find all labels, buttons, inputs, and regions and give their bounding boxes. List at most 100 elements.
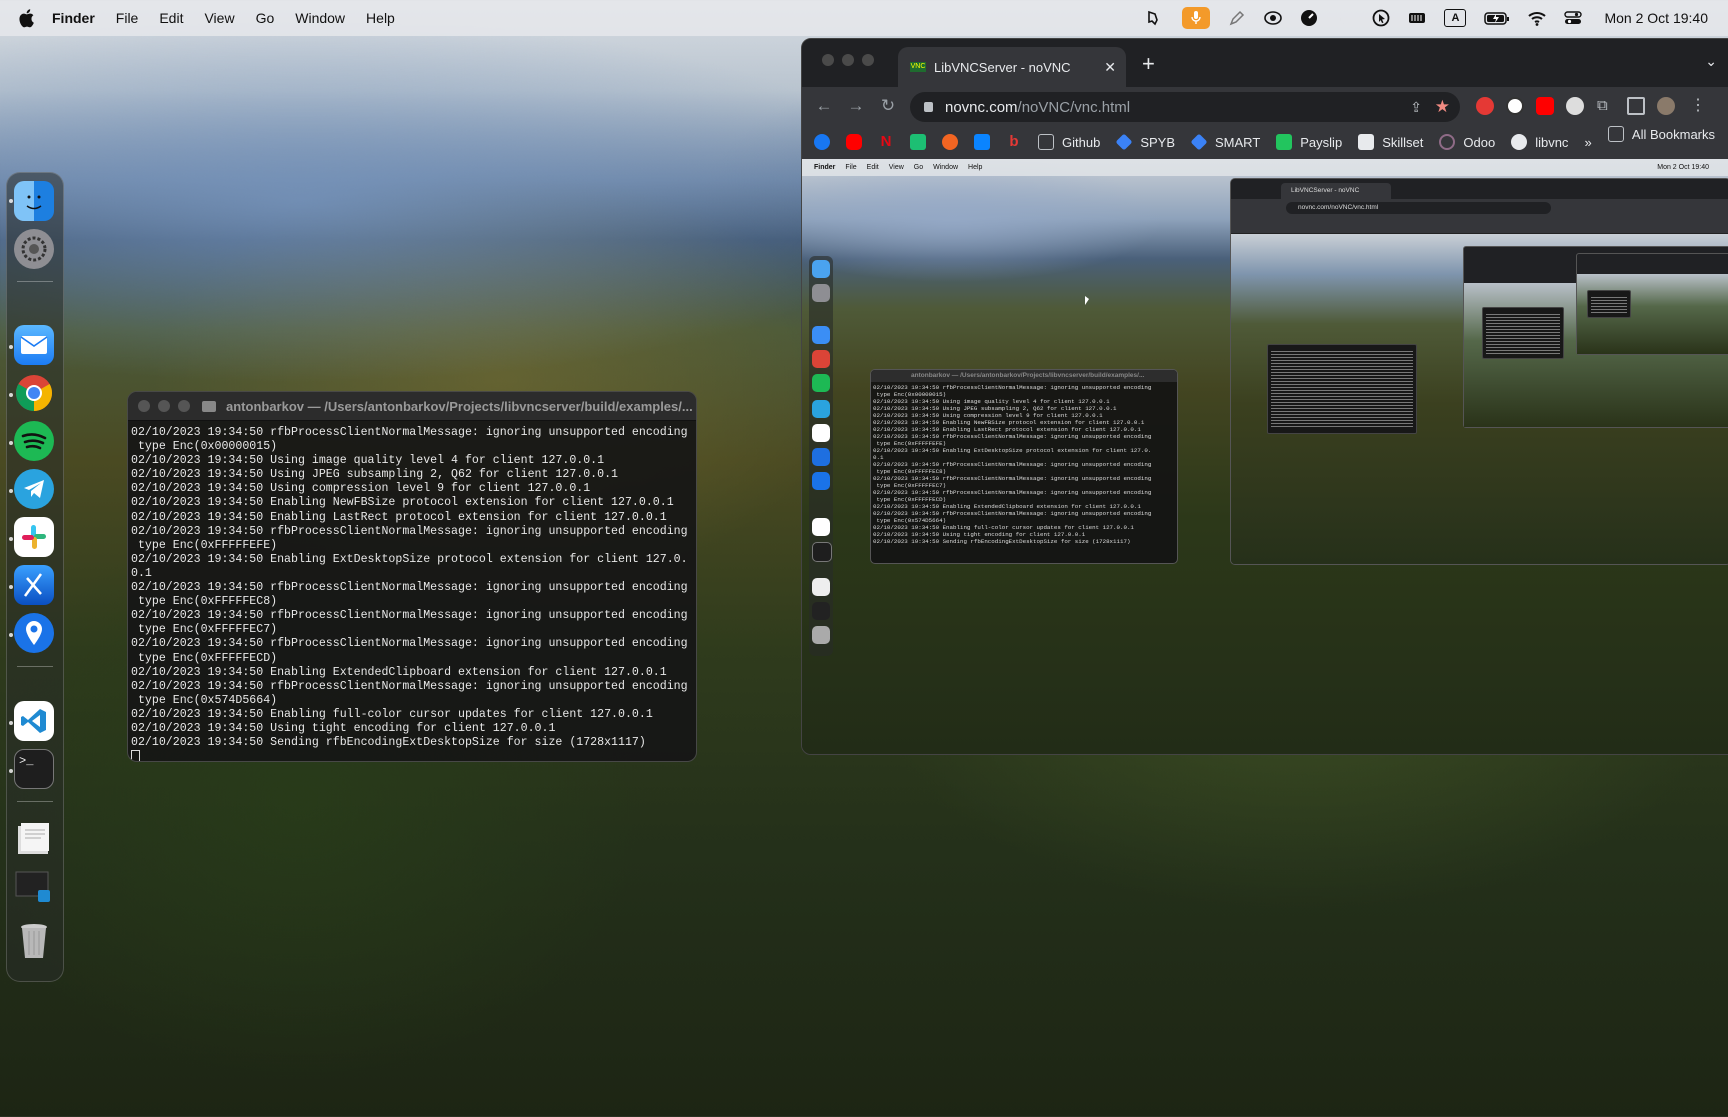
mail-icon[interactable] <box>14 325 54 365</box>
bookmark-mail[interactable] <box>910 134 926 150</box>
bookmark-orange[interactable] <box>942 134 958 150</box>
input-source-icon[interactable]: A <box>1444 9 1467 27</box>
moon-icon[interactable] <box>1336 9 1354 27</box>
remote-terminal-line: 02/10/2023 19:34:50 Using JPEG subsampli… <box>873 405 1117 412</box>
battery-icon[interactable] <box>1484 9 1510 27</box>
remote-menu-item: Help <box>968 164 983 171</box>
bookmark-star-icon[interactable]: ★ <box>1435 97 1450 117</box>
bookmark-outlook[interactable] <box>974 134 990 150</box>
menu-app-finder[interactable]: Finder <box>52 10 95 26</box>
reload-button[interactable]: ↻ <box>872 96 904 116</box>
tab-novnc[interactable]: VNC LibVNCServer - noVNC ✕ <box>898 47 1126 87</box>
bookmarks-overflow-button[interactable]: » <box>1584 135 1591 150</box>
downloads-stack-icon[interactable] <box>14 866 54 906</box>
dock-separator <box>17 281 53 282</box>
terminal-window[interactable]: antonbarkov — /Users/antonbarkov/Project… <box>127 391 697 762</box>
adblock-extension-icon[interactable] <box>1476 97 1494 115</box>
finder-icon[interactable] <box>14 181 54 221</box>
bookmark-spyb[interactable]: SPYB <box>1115 133 1175 151</box>
menu-edit[interactable]: Edit <box>159 10 183 26</box>
menu-view[interactable]: View <box>204 10 234 26</box>
tab-bar[interactable]: VNC LibVNCServer - noVNC ✕ + ⌄ <box>802 39 1728 87</box>
menu-help[interactable]: Help <box>366 10 395 26</box>
vscode-icon[interactable] <box>14 701 54 741</box>
more-menu-icon[interactable]: ⋮ <box>1690 97 1708 115</box>
bookmark-libvnc[interactable]: libvnc <box>1511 134 1568 150</box>
terminal-line: 02/10/2023 19:34:50 rfbProcessClientNorm… <box>131 637 688 651</box>
chrome-icon[interactable] <box>14 373 54 413</box>
tool-icon[interactable] <box>1146 9 1164 27</box>
slack-icon[interactable] <box>14 517 54 557</box>
bookmark-b[interactable]: b <box>1006 134 1022 150</box>
telegram-icon[interactable] <box>14 469 54 509</box>
maps-pin-icon[interactable] <box>14 613 54 653</box>
bookmark-payslip[interactable]: Payslip <box>1276 134 1342 150</box>
bookmark-netflix[interactable]: N <box>878 134 894 150</box>
bookmark-youtube[interactable] <box>846 134 862 150</box>
trash-icon[interactable] <box>14 921 54 961</box>
diamond-icon <box>1190 133 1208 151</box>
remote-menu-item: View <box>888 164 904 171</box>
avatar[interactable] <box>1657 97 1675 115</box>
control-center-icon[interactable] <box>1564 9 1583 27</box>
pencil-icon[interactable] <box>1228 9 1246 27</box>
extension-icon[interactable] <box>1566 97 1584 115</box>
microphone-icon[interactable] <box>1182 7 1211 29</box>
lock-icon[interactable] <box>924 102 933 112</box>
menu-window[interactable]: Window <box>295 10 345 26</box>
remote-terminal-line: 02/10/2023 19:34:50 Enabling ExtDesktopS… <box>873 447 1152 454</box>
zoom-button[interactable] <box>862 54 874 66</box>
browser-window[interactable]: VNC LibVNCServer - noVNC ✕ + ⌄ ← → ↻ nov… <box>801 38 1728 755</box>
menu-go[interactable]: Go <box>256 10 275 26</box>
minimize-button[interactable] <box>842 54 854 66</box>
cursor-icon[interactable] <box>1372 9 1390 27</box>
speed-icon[interactable] <box>1300 9 1318 27</box>
terminal-line: 02/10/2023 19:34:50 Sending rfbEncodingE… <box>131 736 646 750</box>
back-button[interactable]: ← <box>808 96 840 116</box>
tab-search-chevron-icon[interactable]: ⌄ <box>1705 53 1717 70</box>
bookmark-smart[interactable]: SMART <box>1190 133 1260 151</box>
maps-pin-icon <box>812 472 830 490</box>
remote-terminal-line: 02/10/2023 19:34:50 rfbProcessClientNorm… <box>873 475 1152 482</box>
novnc-remote-screen[interactable]: Finder File Edit View Go Window Help Mon… <box>802 159 1728 754</box>
close-tab-icon[interactable]: ✕ <box>1104 59 1116 76</box>
address-bar[interactable]: novnc.com/noVNC/vnc.html ⇪ ★ <box>910 92 1460 122</box>
share-icon[interactable]: ⇪ <box>1410 99 1422 116</box>
spotify-icon[interactable] <box>14 421 54 461</box>
running-indicator <box>9 441 13 445</box>
remote-tab-title: LibVNCServer - noVNC <box>1281 183 1391 199</box>
minimize-button[interactable] <box>158 400 170 412</box>
youtube-extension-icon[interactable] <box>1536 97 1554 115</box>
side-panel-icon[interactable] <box>1627 97 1645 115</box>
terminal-icon[interactable]: >_ <box>14 749 54 789</box>
menu-clock[interactable]: Mon 2 Oct 19:40 <box>1604 10 1708 26</box>
all-bookmarks-button[interactable]: All Bookmarks <box>1607 126 1715 142</box>
netflix-icon: N <box>880 133 892 150</box>
bookmark-github-folder[interactable]: Github <box>1038 134 1100 150</box>
terminal-line: type Enc(0xFFFFFEC8) <box>131 595 278 609</box>
wifi-icon[interactable] <box>1528 9 1547 27</box>
extensions-puzzle-icon[interactable]: ⧉ <box>1597 97 1615 115</box>
new-tab-button[interactable]: + <box>1142 51 1155 77</box>
documents-stack-icon[interactable] <box>14 818 54 858</box>
extension-icon[interactable] <box>1506 97 1524 115</box>
terminal-title-bar[interactable]: antonbarkov — /Users/antonbarkov/Project… <box>128 392 696 421</box>
bookmark-skillset[interactable]: Skillset <box>1358 134 1423 150</box>
battery-meter-icon[interactable] <box>1408 9 1426 27</box>
orange-circle-icon <box>942 134 958 150</box>
terminal-line: 02/10/2023 19:34:50 Enabling ExtendedCli… <box>131 665 667 679</box>
apple-logo-icon[interactable] <box>18 8 36 28</box>
bookmark-facebook[interactable] <box>814 134 830 150</box>
close-button[interactable] <box>138 400 150 412</box>
eye-icon[interactable] <box>1264 9 1283 27</box>
terminal-output[interactable]: 02/10/2023 19:34:50 rfbProcessClientNorm… <box>128 421 696 761</box>
terminal-line: 02/10/2023 19:34:50 Using image quality … <box>131 454 605 468</box>
xcode-icon[interactable] <box>14 565 54 605</box>
bookmark-odoo[interactable]: Odoo <box>1439 134 1495 150</box>
menu-file[interactable]: File <box>116 10 139 26</box>
folder-icon <box>1038 134 1054 150</box>
forward-button[interactable]: → <box>840 96 872 116</box>
close-button[interactable] <box>822 54 834 66</box>
zoom-button[interactable] <box>178 400 190 412</box>
system-settings-icon[interactable] <box>14 229 54 269</box>
